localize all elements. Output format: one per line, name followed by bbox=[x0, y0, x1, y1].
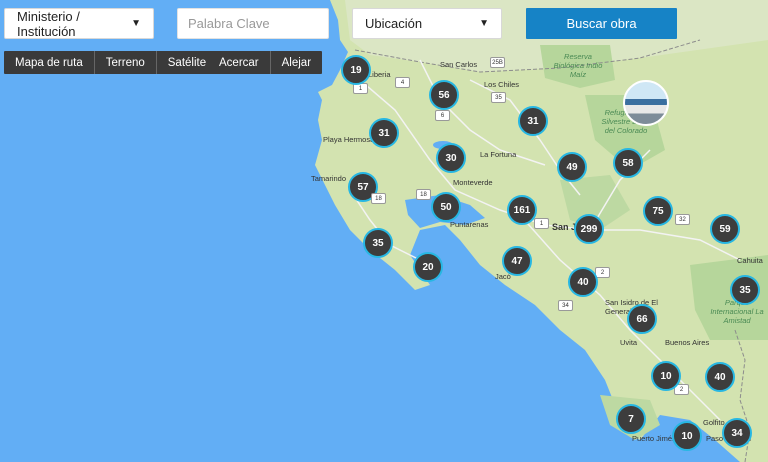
place-label: Puntarenas bbox=[450, 220, 489, 229]
keyword-input[interactable]: Palabra Clave bbox=[177, 8, 329, 39]
place-label: Playa Hermosa bbox=[323, 135, 375, 144]
route-shield: 34 bbox=[558, 300, 573, 311]
place-label: Monteverde bbox=[453, 178, 493, 187]
cluster-marker[interactable]: 40 bbox=[705, 362, 735, 392]
place-label: Golfito bbox=[703, 418, 725, 427]
zoom-in-button[interactable]: Acercar bbox=[208, 51, 271, 74]
cluster-marker[interactable]: 50 bbox=[431, 192, 461, 222]
cluster-marker[interactable]: 40 bbox=[568, 267, 598, 297]
map-type-terrain[interactable]: Terreno bbox=[95, 51, 157, 74]
cluster-marker[interactable]: 20 bbox=[413, 252, 443, 282]
cluster-marker[interactable]: 7 bbox=[616, 404, 646, 434]
map-type-bar: Mapa de ruta Terreno Satélite bbox=[4, 51, 218, 74]
place-label: La Fortuna bbox=[480, 150, 517, 159]
map-type-roadmap[interactable]: Mapa de ruta bbox=[4, 51, 95, 74]
cluster-marker[interactable]: 10 bbox=[672, 421, 702, 451]
cluster-marker[interactable]: 30 bbox=[436, 143, 466, 173]
place-label: Los Chiles bbox=[484, 80, 520, 89]
search-button[interactable]: Buscar obra bbox=[526, 8, 677, 39]
route-shield: 18 bbox=[371, 193, 386, 204]
route-shield: 6 bbox=[435, 110, 450, 121]
cluster-marker[interactable]: 58 bbox=[613, 148, 643, 178]
route-shield: 4 bbox=[395, 77, 410, 88]
project-photo-marker[interactable] bbox=[623, 80, 669, 126]
place-label: Tamarindo bbox=[311, 174, 347, 183]
cluster-marker[interactable]: 35 bbox=[730, 275, 760, 305]
place-label: San Carlos bbox=[440, 60, 478, 69]
cluster-marker[interactable]: 49 bbox=[557, 152, 587, 182]
chevron-down-icon: ▼ bbox=[479, 18, 489, 29]
zoom-out-button[interactable]: Alejar bbox=[271, 51, 322, 74]
cluster-marker[interactable]: 31 bbox=[369, 118, 399, 148]
cluster-marker[interactable]: 59 bbox=[710, 214, 740, 244]
cluster-marker[interactable]: 34 bbox=[722, 418, 752, 448]
place-label: Cahuita bbox=[737, 256, 763, 265]
cluster-marker[interactable]: 47 bbox=[502, 246, 532, 276]
cluster-marker[interactable]: 10 bbox=[651, 361, 681, 391]
ubicacion-select[interactable]: Ubicación ▼ bbox=[352, 8, 502, 39]
route-shield: 35 bbox=[491, 92, 506, 103]
park-label: Reserva Biológica Indio Maíz bbox=[553, 52, 603, 79]
route-shield: 1 bbox=[534, 218, 549, 229]
cluster-marker[interactable]: 56 bbox=[429, 80, 459, 110]
place-label: Uvita bbox=[620, 338, 638, 347]
route-shield: 25B bbox=[490, 57, 505, 68]
cluster-marker[interactable]: 299 bbox=[574, 214, 604, 244]
place-label: Liberia bbox=[368, 70, 391, 79]
cluster-marker[interactable]: 161 bbox=[507, 195, 537, 225]
keyword-placeholder: Palabra Clave bbox=[188, 16, 270, 31]
cluster-marker[interactable]: 35 bbox=[363, 228, 393, 258]
route-shield: 32 bbox=[675, 214, 690, 225]
place-label: Buenos Aires bbox=[665, 338, 710, 347]
cluster-marker[interactable]: 66 bbox=[627, 304, 657, 334]
cluster-marker[interactable]: 19 bbox=[341, 55, 371, 85]
ministerio-label: Ministerio / Institución bbox=[17, 8, 80, 39]
zoom-bar: Acercar Alejar bbox=[208, 51, 323, 74]
cluster-marker[interactable]: 31 bbox=[518, 106, 548, 136]
ministerio-select[interactable]: Ministerio / Institución ▼ bbox=[4, 8, 154, 39]
route-shield: 18 bbox=[416, 189, 431, 200]
ubicacion-label: Ubicación bbox=[365, 16, 423, 31]
cluster-marker[interactable]: 75 bbox=[643, 196, 673, 226]
chevron-down-icon: ▼ bbox=[131, 18, 141, 29]
